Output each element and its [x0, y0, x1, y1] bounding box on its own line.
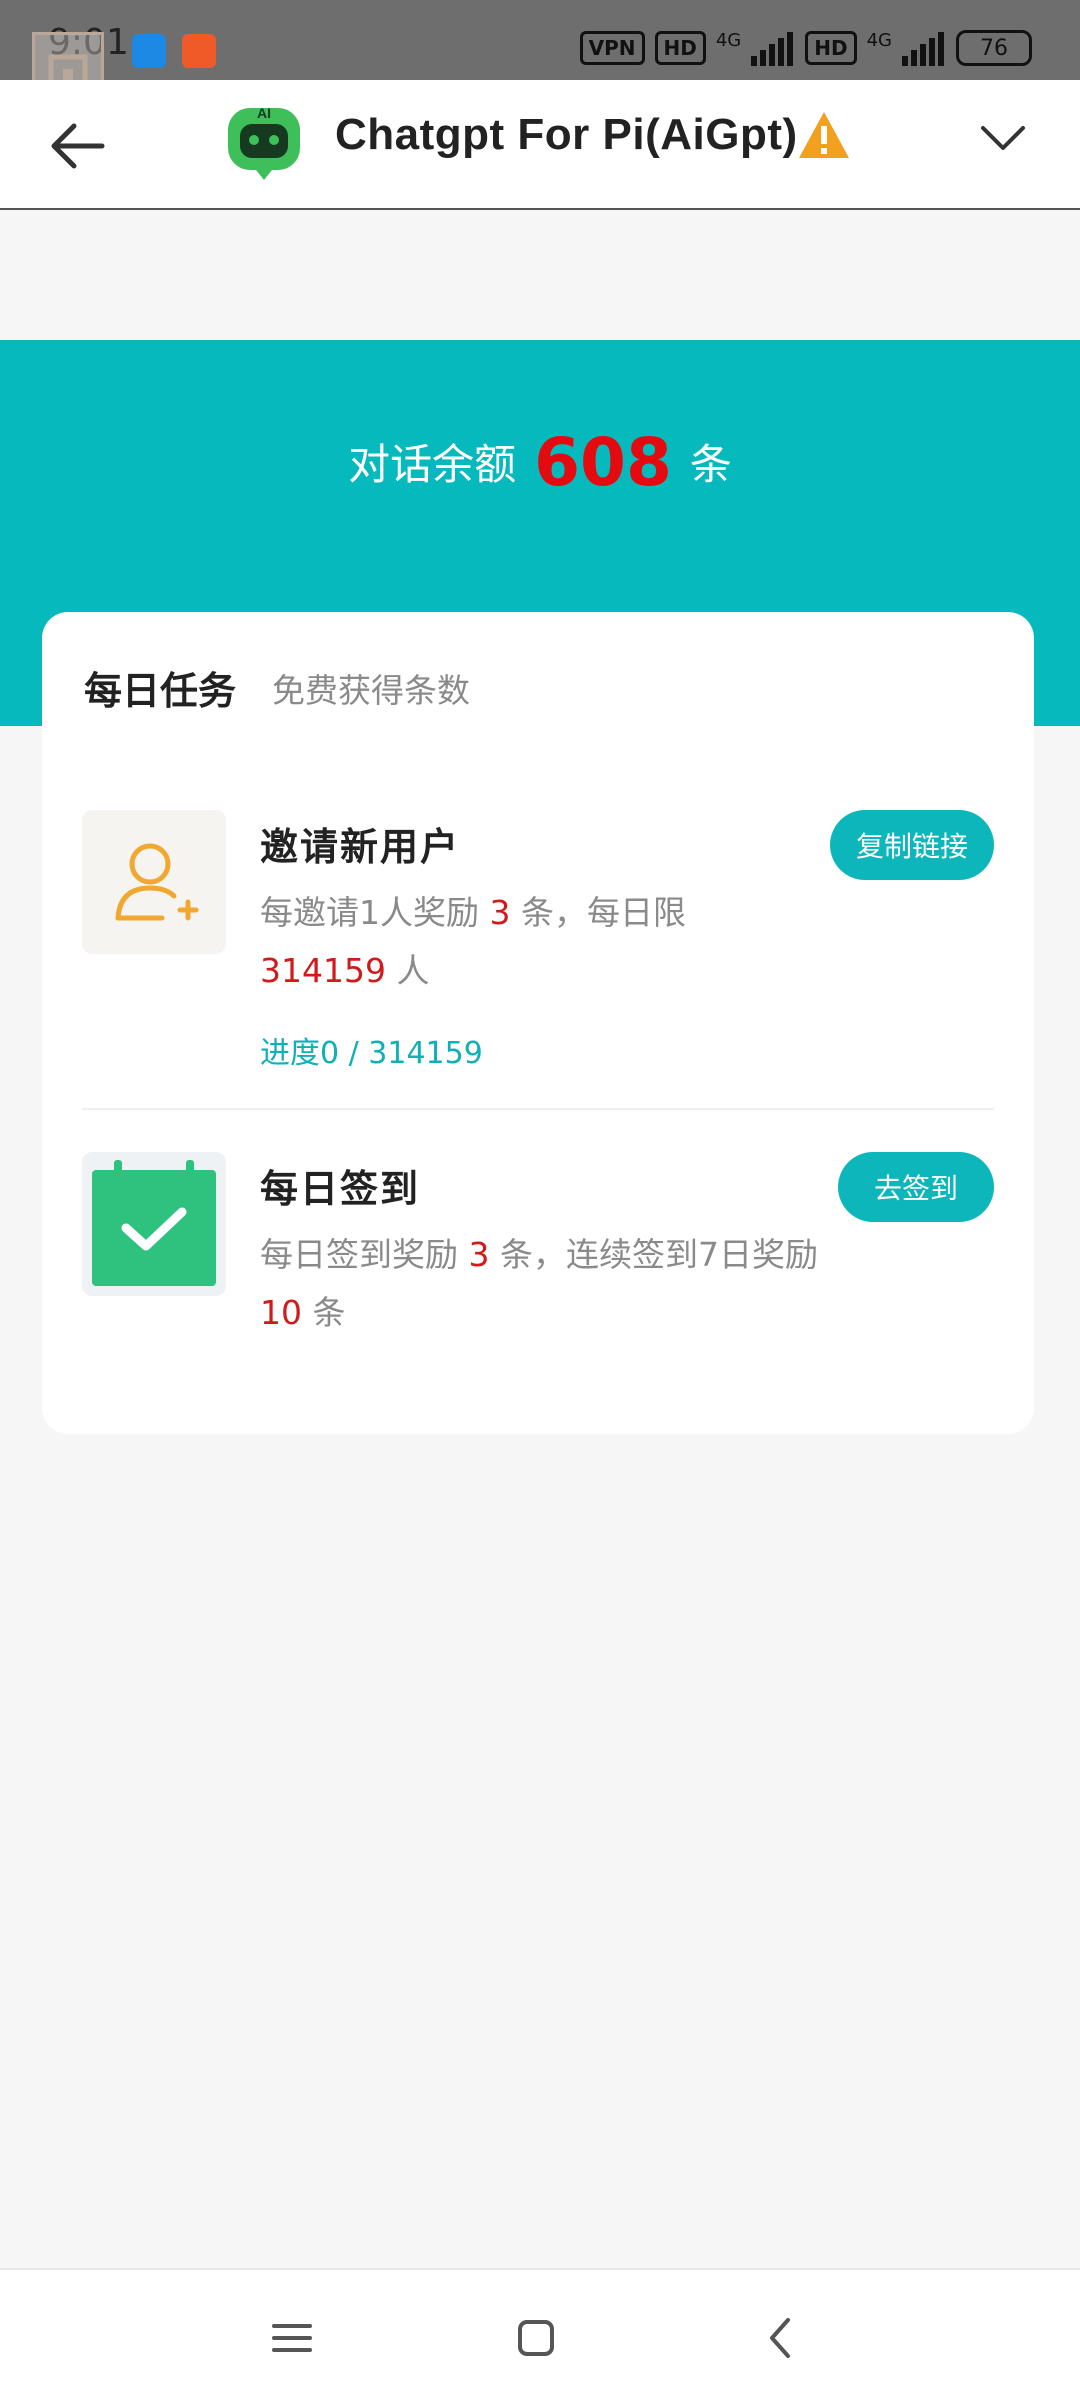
invite-task-name: 邀请新用户 [260, 825, 461, 869]
balance-amount: 608 [534, 424, 672, 501]
checkin-bonus: 10 [260, 1293, 302, 1332]
app-logo-icon: AI [228, 105, 300, 180]
menu-icon[interactable] [262, 2308, 322, 2368]
checkin-button[interactable]: 去签到 [837, 1152, 994, 1222]
checkin-desc-c: 条 [312, 1293, 346, 1332]
logo-text: AI [257, 105, 271, 121]
checkin-reward: 3 [468, 1235, 490, 1274]
app-title: Chatgpt For Pi(AiGpt) [335, 110, 798, 159]
card-title: 每日任务 [84, 669, 237, 713]
invite-user-icon [82, 810, 226, 954]
hd-indicator: HD [654, 31, 706, 65]
back-arrow-icon[interactable] [40, 106, 120, 186]
balance-line: 对话余额 608 条 [0, 424, 1080, 501]
calendar-check-icon [82, 1152, 226, 1296]
signal-icon-2 [902, 32, 944, 66]
status-bar: 9:01 VPN HD 4G HD 4G 76 [0, 0, 1080, 104]
hd-indicator-2: HD [805, 31, 857, 65]
daily-tasks-card: 每日任务 免费获得条数 邀请新用户 每邀请1人奖励 3 条，每日限 314159… [42, 612, 1034, 1434]
balance-suffix: 条 [689, 440, 732, 489]
checkin-desc-b: 条，连续签到7日奖励 [500, 1235, 818, 1274]
checkin-task-name: 每日签到 [260, 1167, 421, 1211]
battery-icon: 76 [956, 30, 1032, 66]
system-nav-bar [0, 2268, 1080, 2402]
task-invite: 邀请新用户 每邀请1人奖励 3 条，每日限 314159 人 进度0 / 314… [82, 810, 994, 1071]
battery-level: 76 [980, 35, 1008, 61]
copy-link-button[interactable]: 复制链接 [829, 810, 994, 880]
task-divider [82, 1108, 994, 1110]
invite-progress: 进度0 / 314159 [260, 1036, 483, 1071]
vpn-indicator: VPN [579, 31, 645, 65]
signal-icon [751, 32, 794, 66]
status-indicators: VPN HD 4G HD 4G 76 [579, 30, 1032, 66]
network-type: 4G [715, 30, 742, 51]
network-type-2: 4G [866, 30, 892, 51]
invite-limit: 314159 [260, 951, 386, 990]
chevron-down-icon[interactable] [975, 110, 1031, 166]
invite-desc-c: 人 [396, 951, 430, 990]
home-icon[interactable] [506, 2308, 566, 2368]
balance-prefix: 对话余额 [348, 440, 517, 489]
checkin-task-desc: 每日签到奖励 3 条，连续签到7日奖励 10 条 [260, 1226, 820, 1342]
back-nav-icon[interactable] [752, 2308, 812, 2368]
warning-icon[interactable] [797, 108, 851, 162]
notification-app-icon-orange [182, 34, 216, 68]
task-checkin: 每日签到 每日签到奖励 3 条，连续签到7日奖励 10 条 去签到 [82, 1152, 994, 1372]
invite-reward: 3 [489, 893, 511, 932]
app-bar: AI Chatgpt For Pi(AiGpt) [0, 80, 1080, 210]
notification-app-icon-blue [132, 34, 166, 68]
invite-desc-b: 条，每日限 [521, 893, 686, 932]
invite-task-desc: 每邀请1人奖励 3 条，每日限 314159 人 [260, 884, 820, 1000]
checkin-desc-a: 每日签到奖励 [260, 1235, 458, 1274]
card-subtitle: 免费获得条数 [272, 671, 470, 710]
invite-desc-a: 每邀请1人奖励 [260, 893, 479, 932]
